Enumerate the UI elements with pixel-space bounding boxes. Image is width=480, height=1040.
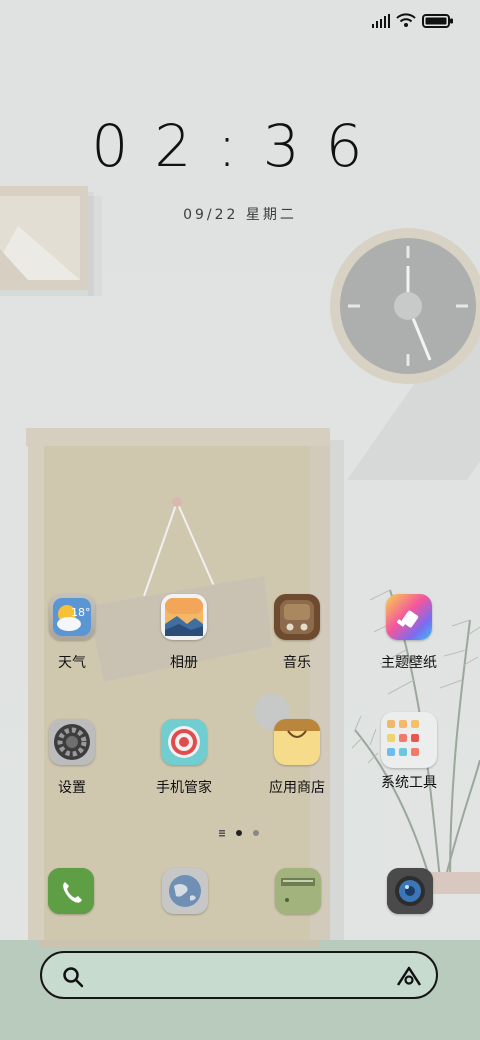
app-label: 设置 [58, 780, 86, 796]
mailbox-icon [275, 868, 321, 914]
dock-messages[interactable] [275, 868, 321, 914]
door-frame [40, 940, 320, 948]
app-settings[interactable]: 设置 [22, 719, 122, 829]
app-label: 相册 [170, 655, 198, 671]
app-weather[interactable]: 18° 天气 [22, 594, 122, 704]
wall-clock-face [340, 238, 476, 374]
target-icon [161, 719, 207, 765]
gear-icon [49, 719, 95, 765]
app-label: 系统工具 [381, 775, 437, 791]
app-label: 音乐 [283, 655, 311, 671]
search-icon [62, 966, 84, 992]
assistant-icon[interactable] [396, 965, 422, 991]
gallery-icon [161, 594, 207, 640]
dock-phone[interactable] [48, 868, 94, 914]
door-frame [26, 428, 330, 446]
camera-icon [387, 868, 433, 914]
wifi-icon [396, 12, 416, 32]
shopping-bag-icon [274, 719, 320, 765]
battery-icon [422, 13, 454, 32]
globe-icon [162, 875, 208, 914]
weather-temperature: 18° [71, 606, 91, 619]
folder-icon [381, 712, 437, 768]
phone-icon [48, 868, 94, 914]
app-gallery[interactable]: 相册 [134, 594, 234, 704]
weather-icon: 18° [49, 594, 95, 640]
app-store[interactable]: 应用商店 [247, 719, 347, 829]
status-bar [0, 0, 480, 40]
app-label: 主题壁纸 [381, 655, 437, 671]
app-label: 应用商店 [269, 780, 325, 796]
app-label: 天气 [58, 655, 86, 671]
music-icon [274, 594, 320, 640]
page-indicator[interactable] [216, 824, 266, 837]
app-system-tools[interactable]: 系统工具 [359, 712, 459, 822]
signal-icon [372, 13, 390, 32]
dock-camera[interactable] [387, 868, 433, 914]
app-phone-manager[interactable]: 手机管家 [134, 719, 234, 829]
search-bar[interactable] [40, 951, 438, 999]
lock-clock-time: 02:36 [91, 112, 389, 180]
lock-clock-date: 09/22 星期二 [183, 207, 297, 223]
app-label: 手机管家 [156, 780, 212, 796]
theme-icon [386, 594, 432, 640]
dock-browser[interactable] [162, 868, 208, 914]
app-music[interactable]: 音乐 [247, 594, 347, 704]
app-theme-wallpaper[interactable]: 主题壁纸 [359, 594, 459, 704]
